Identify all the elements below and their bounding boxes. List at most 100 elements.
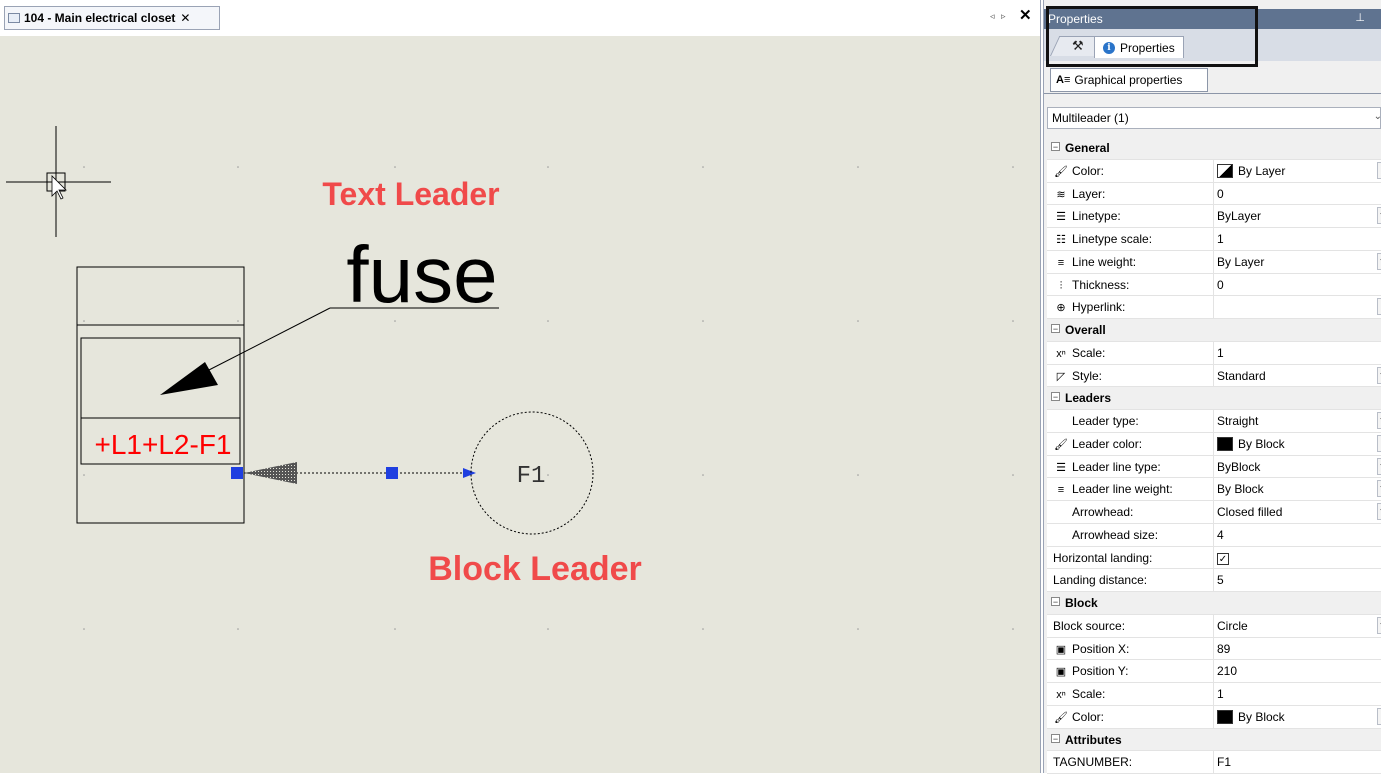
document-tab-close-icon[interactable]: ✕	[180, 11, 190, 25]
property-value: Closed filled	[1217, 505, 1283, 519]
property-value-cell[interactable]: By Block	[1217, 436, 1285, 451]
property-row[interactable]: TAGNUMBER: F1	[1047, 751, 1381, 774]
property-label: ≋ Layer:	[1053, 187, 1105, 201]
property-row[interactable]: ▣ Position X: 89	[1047, 637, 1381, 661]
property-row[interactable]: ◸ Style: Standard ⌄	[1047, 364, 1381, 388]
collapse-icon[interactable]: −	[1051, 324, 1060, 334]
section-attributes[interactable]: − Attributes	[1047, 728, 1381, 752]
close-document-icon[interactable]: ✕	[1019, 6, 1032, 24]
property-row[interactable]: ≡ Leader line weight: By Block ⌄	[1047, 478, 1381, 501]
tab-scroll-arrows-icon[interactable]: ◃ ▹	[990, 11, 1008, 22]
property-row[interactable]: Arrowhead: Closed filled ⌄	[1047, 501, 1381, 524]
property-row[interactable]: Landing distance: 5	[1047, 569, 1381, 592]
dropdown-arrow-icon[interactable]: ⌄	[1377, 457, 1381, 475]
property-value: By Layer	[1217, 254, 1265, 269]
drawing-canvas[interactable]: Text Leader fuse +L1+L2-F1 F1 Block Lead…	[0, 36, 1040, 773]
dropdown-arrow-icon[interactable]: ⌄	[1377, 480, 1381, 498]
property-value-cell[interactable]: 210	[1217, 664, 1237, 678]
property-value-cell[interactable]: By Block	[1217, 709, 1285, 724]
property-row[interactable]: ≡ Line weight: By Layer ⌄	[1047, 250, 1381, 274]
property-value: ByBlock	[1217, 459, 1261, 474]
property-value: 1	[1217, 345, 1224, 360]
chevron-down-icon[interactable]: ⌄	[1374, 111, 1381, 122]
property-value-cell[interactable]: 5	[1217, 573, 1224, 587]
property-value-cell[interactable]: 1	[1217, 687, 1224, 701]
ellipsis-button[interactable]: .	[1377, 298, 1381, 316]
property-label-text: Arrowhead size:	[1072, 527, 1159, 542]
property-value-cell[interactable]: F1	[1217, 755, 1231, 769]
property-value-cell[interactable]: ByLayer	[1217, 209, 1261, 223]
property-label: Block source:	[1053, 619, 1125, 633]
property-label-text: TAGNUMBER:	[1053, 755, 1133, 770]
property-row[interactable]: ☷ Linetype scale: 1	[1047, 228, 1381, 251]
section-block[interactable]: − Block	[1047, 592, 1381, 615]
ellipsis-button[interactable]: .	[1377, 161, 1381, 179]
leader-text-fuse[interactable]: fuse	[346, 230, 497, 319]
property-value-cell[interactable]: ✓	[1217, 551, 1229, 565]
section-overall[interactable]: − Overall	[1047, 319, 1381, 342]
property-value-cell[interactable]: Straight	[1217, 414, 1258, 428]
dropdown-arrow-icon[interactable]: ⌄	[1377, 207, 1381, 225]
collapse-icon[interactable]: −	[1051, 733, 1060, 743]
property-value: 5	[1217, 573, 1224, 588]
property-value-cell[interactable]: 89	[1217, 642, 1230, 656]
property-label-text: Leader color:	[1072, 436, 1143, 451]
property-row[interactable]: ☰ Leader line type: ByBlock ⌄	[1047, 455, 1381, 479]
property-value-cell[interactable]: 0	[1217, 278, 1224, 292]
property-row[interactable]: xⁿ Scale: 1	[1047, 683, 1381, 706]
property-row[interactable]: xⁿ Scale: 1	[1047, 341, 1381, 365]
property-row[interactable]: ⫶ Thickness: 0	[1047, 273, 1381, 297]
property-row[interactable]: 🖌 Color: By Block.	[1047, 705, 1381, 729]
property-value-cell[interactable]: By Layer	[1217, 163, 1286, 178]
property-value-cell[interactable]: By Block	[1217, 482, 1264, 496]
property-value-cell[interactable]: By Layer	[1217, 255, 1264, 269]
grip-mid[interactable]	[386, 467, 398, 479]
dropdown-arrow-icon[interactable]: ⌄	[1377, 503, 1381, 520]
property-value-cell[interactable]: Closed filled	[1217, 505, 1282, 519]
text-leader-line[interactable]	[160, 307, 499, 395]
property-row[interactable]: Leader type: Straight ⌄	[1047, 410, 1381, 433]
grip-start[interactable]	[231, 467, 243, 479]
ellipsis-button[interactable]: .	[1377, 707, 1381, 725]
property-row[interactable]: Arrowhead size: 4	[1047, 523, 1381, 547]
section-general[interactable]: − General	[1047, 137, 1381, 160]
dropdown-arrow-icon[interactable]: ⌄	[1377, 616, 1381, 634]
collapse-icon[interactable]: −	[1051, 597, 1060, 607]
property-value: By Block	[1238, 436, 1285, 451]
pin-icon[interactable]: ⊥	[1355, 11, 1365, 24]
property-value-cell[interactable]: Standard	[1217, 369, 1266, 383]
property-row[interactable]: ≋ Layer: 0	[1047, 182, 1381, 206]
property-value-cell[interactable]: 1	[1217, 346, 1224, 360]
property-row[interactable]: 🖌 Leader color: By Block.	[1047, 432, 1381, 456]
linetype-icon: ☰	[1056, 461, 1066, 474]
ellipsis-button[interactable]: .	[1377, 434, 1381, 452]
object-type-select[interactable]: Multileader (1) ⌄	[1047, 107, 1381, 129]
property-value-cell[interactable]: 0	[1217, 187, 1224, 201]
collapse-icon[interactable]: −	[1051, 392, 1060, 402]
property-row[interactable]: ▣ Position Y: 210	[1047, 660, 1381, 683]
property-row[interactable]: Horizontal landing: ✓	[1047, 546, 1381, 570]
thickness-icon: ⫶	[1059, 279, 1063, 292]
checkbox-checked[interactable]: ✓	[1217, 552, 1229, 565]
property-label: Arrowhead:	[1053, 505, 1133, 519]
property-value: By Layer	[1238, 163, 1286, 178]
property-row[interactable]: Block source: Circle ⌄	[1047, 614, 1381, 638]
property-value-cell[interactable]: Circle	[1217, 619, 1248, 633]
collapse-icon[interactable]: −	[1051, 142, 1060, 152]
property-value-cell[interactable]: 1	[1217, 232, 1224, 246]
dropdown-arrow-icon[interactable]: ⌄	[1377, 412, 1381, 429]
document-tab-title: 104 - Main electrical closet	[24, 11, 176, 25]
property-value-cell[interactable]: 4	[1217, 528, 1224, 542]
dropdown-arrow-icon[interactable]: ⌄	[1377, 252, 1381, 270]
property-value-cell[interactable]: ByBlock	[1217, 460, 1260, 474]
tab-graphical-properties[interactable]: A≡ Graphical properties	[1050, 68, 1208, 92]
section-leaders[interactable]: − Leaders	[1047, 387, 1381, 410]
dropdown-arrow-icon[interactable]: ⌄	[1377, 366, 1381, 384]
property-row[interactable]: 🖌 Color: By Layer.	[1047, 159, 1381, 183]
fuse-block-outline[interactable]	[76, 266, 245, 524]
property-label-text: Line weight:	[1072, 254, 1137, 269]
document-tab[interactable]: 104 - Main electrical closet ✕	[4, 6, 220, 30]
property-row[interactable]: ☰ Linetype: ByLayer ⌄	[1047, 205, 1381, 228]
property-label-text: Color:	[1072, 709, 1105, 724]
property-row[interactable]: ⊕ Hyperlink:.	[1047, 296, 1381, 319]
